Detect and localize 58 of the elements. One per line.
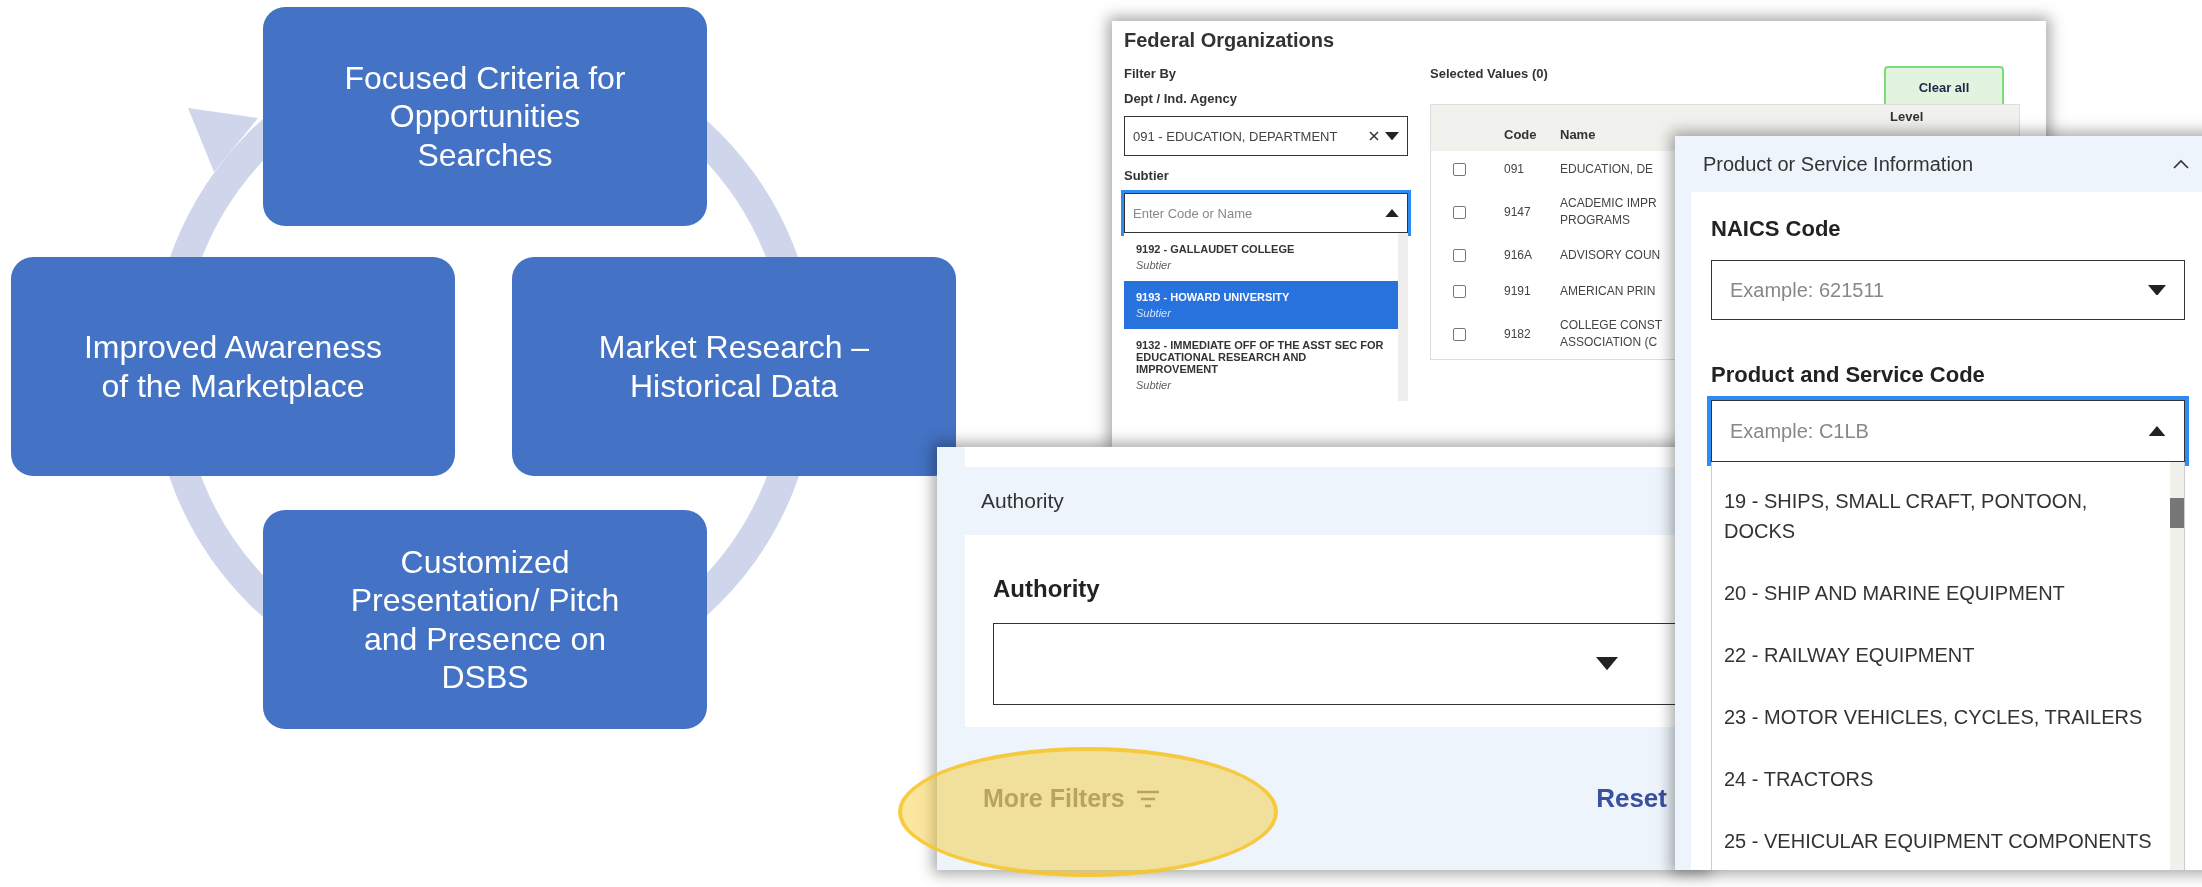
option-label: 9132 - IMMEDIATE OFF OF THE ASST SEC FOR EDUCATIONAL RESEARCH AND IMPROVEMENT (1136, 339, 1385, 376)
cycle-step: Customized Presentation/ Pitch and Presence on DSBS (263, 510, 707, 729)
column-header: Level (1890, 109, 1925, 124)
column-header: Name (1560, 126, 1597, 142)
field-label: Authority (993, 575, 1101, 603)
psc-option[interactable]: 25 - VEHICULAR EQUIPMENT COMPONENTS (1724, 814, 2158, 870)
cycle-step: Market Research – Historical Data (512, 257, 956, 476)
row-checkbox[interactable] (1453, 284, 1466, 298)
option-sublabel: Subtier (1136, 379, 1172, 392)
table-cell-text: EDUCATION, DE (1560, 160, 1655, 178)
psc-option[interactable]: 19 - SHIPS, SMALL CRAFT, PONTOON, DOCKS (1724, 474, 2158, 566)
cycle-step: Focused Criteria for Opportunities Searches (263, 7, 707, 226)
table-cell-text: 9147 (1504, 203, 1532, 221)
table-cell-text: ACADEMIC IMPR PROGRAMS (1560, 195, 1658, 229)
field-label: NAICS Code (1711, 216, 1842, 242)
row-checkbox[interactable] (1453, 327, 1466, 341)
dept-select[interactable]: 091 - EDUCATION, DEPARTMENT (1124, 116, 1408, 156)
table-cell: COLLEGE CONST ASSOCIATION (C (1560, 317, 1664, 351)
field-label: Product and Service Code (1711, 362, 1986, 388)
caret-down-icon (2148, 284, 2166, 296)
field-label: Subtier (1124, 168, 1170, 183)
naics-select[interactable]: Example: 621511 (1711, 260, 2185, 320)
option-sublabel: Subtier (1136, 307, 1172, 320)
subtier-input[interactable]: Enter Code or Name (1124, 193, 1408, 233)
row-checkbox[interactable] (1453, 162, 1466, 176)
psc-option[interactable]: 22 - RAILWAY EQUIPMENT (1724, 628, 2158, 690)
section-title: Product or Service Information (1703, 152, 1974, 176)
reset-link[interactable]: Reset (1596, 783, 1667, 814)
option-label: 9192 - GALLAUDET COLLEGE (1136, 243, 1296, 256)
close-icon[interactable] (1369, 131, 1379, 141)
filter-icon (1134, 789, 1161, 808)
option-sublabel: Subtier (1136, 259, 1172, 272)
scrollbar[interactable] (2170, 462, 2184, 870)
table-cell-text: 916A (1504, 246, 1534, 264)
caret-up-icon (1385, 208, 1399, 218)
field-label: Dept / Ind. Agency (1124, 91, 1238, 106)
table-cell-text: AMERICAN PRIN (1560, 282, 1657, 300)
caret-down-icon (1596, 657, 1618, 671)
table-cell-text: 9191 (1504, 282, 1532, 300)
psc-option[interactable]: 24 - TRACTORS (1724, 752, 2158, 814)
cycle-step: Improved Awareness of the Marketplace (11, 257, 455, 476)
row-checkbox[interactable] (1453, 248, 1466, 262)
option-label: 9193 - HOWARD UNIVERSITY (1136, 291, 1291, 304)
row-checkbox[interactable] (1453, 205, 1466, 219)
chevron-up-icon[interactable] (2173, 159, 2189, 169)
table-cell-text: 091 (1504, 160, 1526, 178)
window-title: Federal Organizations (1124, 29, 1336, 52)
selected-values-label: Selected Values (0) (1430, 66, 1548, 81)
psc-option[interactable]: 23 - MOTOR VEHICLES, CYCLES, TRAILERS (1724, 690, 2158, 752)
filter-by-label: Filter By (1124, 66, 1177, 81)
section-title: Authority (980, 488, 1065, 514)
table-cell-text: ADVISORY COUN (1560, 246, 1662, 264)
column-header: Code (1504, 126, 1538, 142)
psc-option[interactable]: 20 - SHIP AND MARINE EQUIPMENT (1724, 566, 2158, 628)
caret-up-icon (2148, 425, 2166, 437)
table-cell-text: 9182 (1504, 325, 1532, 343)
caret-down-icon (1385, 131, 1399, 141)
subtier-option[interactable]: 9193 - HOWARD UNIVERSITY Subtier (1124, 281, 1398, 330)
